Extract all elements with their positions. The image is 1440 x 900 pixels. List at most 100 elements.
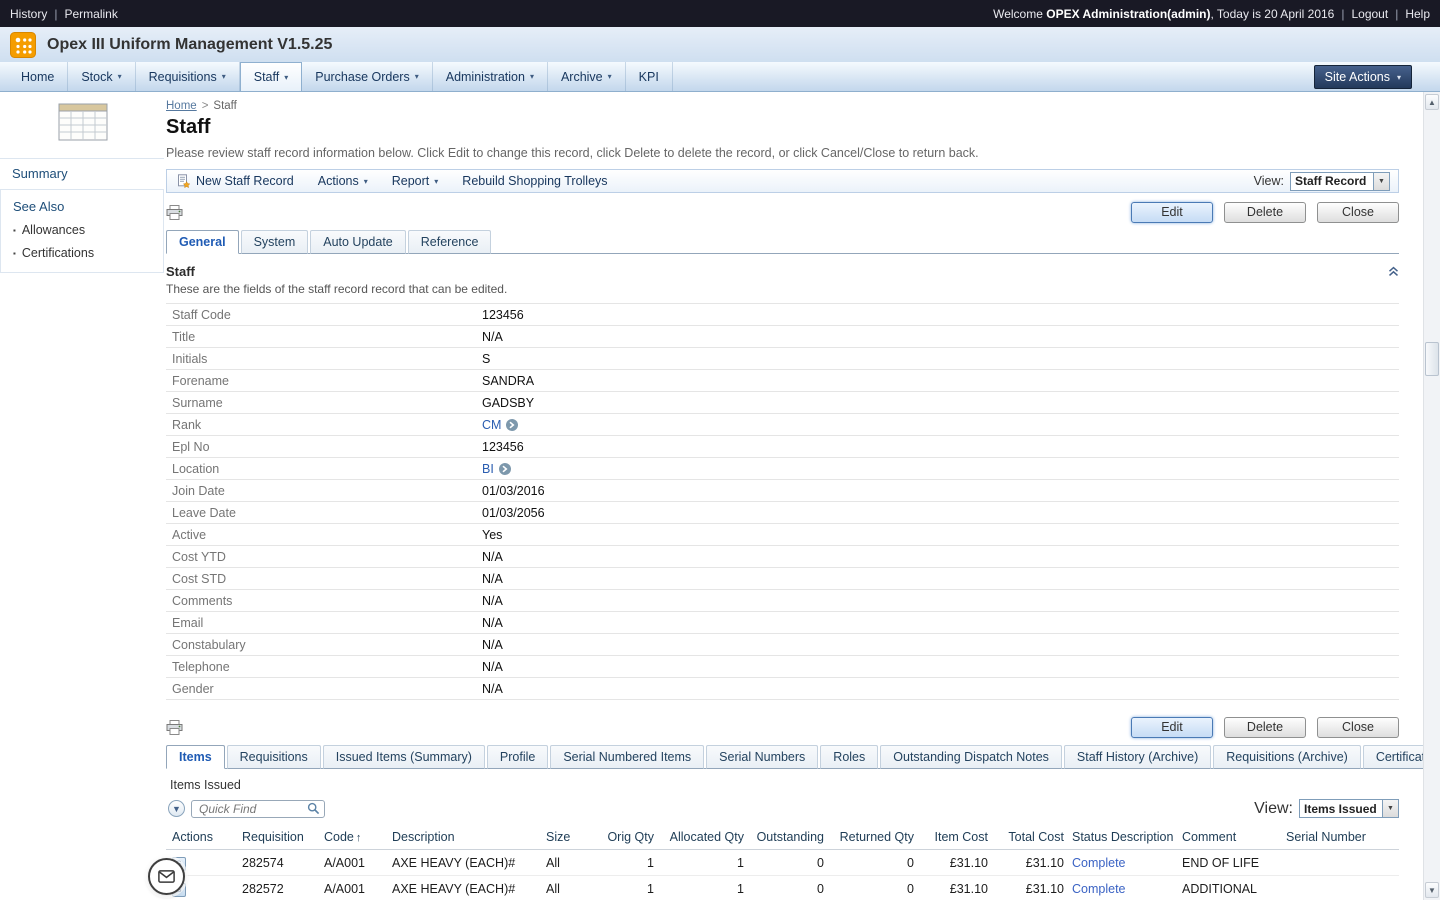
nav-tab-requisitions[interactable]: Requisitions ▾ xyxy=(136,62,240,91)
tab-serial-numbered-items[interactable]: Serial Numbered Items xyxy=(550,745,705,769)
column-header-description[interactable]: Description xyxy=(392,830,538,844)
chevron-down-circle-icon[interactable]: ▼ xyxy=(168,800,185,817)
field-row-comments: Comments N/A xyxy=(166,590,1399,612)
tab-system[interactable]: System xyxy=(240,230,309,254)
edit-button[interactable]: Edit xyxy=(1131,202,1213,223)
field-label: Telephone xyxy=(172,659,230,674)
go-arrow-icon[interactable] xyxy=(506,418,519,431)
scroll-down-icon[interactable]: ▼ xyxy=(1425,882,1439,898)
field-value-link[interactable]: BI xyxy=(482,462,494,476)
report-menu[interactable]: Report ▾ xyxy=(392,174,439,188)
cell-status-link[interactable]: Complete xyxy=(1072,882,1174,896)
nav-tab-home[interactable]: Home xyxy=(8,62,69,91)
column-header-serial-number[interactable]: Serial Number xyxy=(1286,830,1370,844)
tab-requisitions[interactable]: Requisitions xyxy=(226,745,321,769)
help-link[interactable]: Help xyxy=(1405,7,1430,21)
tab-issued-items-summary[interactable]: Issued Items (Summary) xyxy=(322,745,485,769)
tab-staff-history-archive[interactable]: Staff History (Archive) xyxy=(1063,745,1212,769)
cell-allocated-qty: 1 xyxy=(737,855,744,870)
field-value-text: N/A xyxy=(482,593,503,608)
nav-tab-label: Archive xyxy=(560,69,603,84)
site-actions-button[interactable]: Site Actions ▾ xyxy=(1313,65,1412,89)
column-header-orig-qty[interactable]: Orig Qty xyxy=(598,830,654,844)
delete-button[interactable]: Delete xyxy=(1224,717,1306,738)
column-header-actions[interactable]: Actions xyxy=(172,830,234,844)
edit-button[interactable]: Edit xyxy=(1131,717,1213,738)
see-also-item-certifications[interactable]: ▪ Certifications xyxy=(13,246,151,260)
dropdown-caret-icon: ▾ xyxy=(363,176,368,186)
tab-auto-update[interactable]: Auto Update xyxy=(310,230,406,254)
tab-serial-numbers[interactable]: Serial Numbers xyxy=(706,745,819,769)
close-button[interactable]: Close xyxy=(1317,202,1399,223)
cell-allocated-qty: 1 xyxy=(737,881,744,896)
cell-code: A/A001 xyxy=(324,881,366,896)
nav-tab-archive[interactable]: Archive ▾ xyxy=(548,62,626,91)
see-also-item-label: Certifications xyxy=(21,246,95,260)
go-arrow-icon[interactable] xyxy=(498,462,511,475)
actions-menu[interactable]: Actions ▾ xyxy=(318,174,368,188)
table-row[interactable]: s282572A/A001AXE HEAVY (EACH)#All1100£31… xyxy=(166,876,1399,900)
page-description: Please review staff record information b… xyxy=(166,146,979,160)
tab-reference[interactable]: Reference xyxy=(407,230,492,254)
sidebar-item-summary[interactable]: Summary xyxy=(0,158,164,190)
see-also-item-allowances[interactable]: ▪ Allowances xyxy=(13,223,151,237)
search-icon[interactable] xyxy=(307,802,320,815)
column-header-returned-qty[interactable]: Returned Qty xyxy=(832,830,914,844)
vertical-scrollbar[interactable]: ▲ ▼ xyxy=(1423,92,1440,900)
field-value: 01/03/2016 xyxy=(482,484,545,498)
nav-tab-staff[interactable]: Staff ▾ xyxy=(239,62,303,91)
view-select-value: Items Issued xyxy=(1304,801,1377,816)
tab-requisitions-archive[interactable]: Requisitions (Archive) xyxy=(1213,745,1361,769)
tab-certificates[interactable]: Certificates xyxy=(1362,745,1423,769)
column-header-allocated-qty[interactable]: Allocated Qty xyxy=(662,830,744,844)
nav-tab-administration[interactable]: Administration ▾ xyxy=(433,62,548,91)
delete-button[interactable]: Delete xyxy=(1224,202,1306,223)
logout-link[interactable]: Logout xyxy=(1351,7,1388,21)
field-row-gender: Gender N/A xyxy=(166,678,1399,700)
tab-general[interactable]: General xyxy=(166,230,239,254)
column-header-outstanding[interactable]: Outstanding xyxy=(752,830,824,844)
column-header-code[interactable]: Code ↑ xyxy=(324,830,384,844)
printer-icon[interactable] xyxy=(166,205,183,220)
field-label: Cost STD xyxy=(172,571,227,586)
scroll-up-icon[interactable]: ▲ xyxy=(1425,94,1439,110)
dropdown-caret-icon: ▾ xyxy=(221,72,226,81)
nav-tab-stock[interactable]: Stock ▾ xyxy=(68,62,136,91)
top-bar: History | Permalink Welcome OPEX Administr… xyxy=(0,0,1440,27)
cell-total-cost: £31.10 xyxy=(1025,881,1064,896)
select-arrow-icon: ▼ xyxy=(1373,172,1389,190)
collapse-section-icon[interactable] xyxy=(1388,266,1399,277)
table-row[interactable]: s282574A/A001AXE HEAVY (EACH)#All1100£31… xyxy=(166,850,1399,876)
mail-widget-button[interactable] xyxy=(148,858,185,895)
field-row-rank: Rank CM xyxy=(166,414,1399,436)
field-value-text: N/A xyxy=(482,659,503,674)
column-header-requisition[interactable]: Requisition xyxy=(242,830,316,844)
tab-outstanding-dispatch-notes[interactable]: Outstanding Dispatch Notes xyxy=(880,745,1062,769)
scrollbar-thumb[interactable] xyxy=(1425,342,1439,376)
new-staff-record-button[interactable]: New Staff Record xyxy=(175,173,294,189)
column-header-comment[interactable]: Comment xyxy=(1182,830,1278,844)
tab-roles[interactable]: Roles xyxy=(820,745,879,769)
nav-tab-purchase-orders[interactable]: Purchase Orders ▾ xyxy=(302,62,433,91)
field-row-email: Email N/A xyxy=(166,612,1399,634)
printer-icon[interactable] xyxy=(166,720,183,735)
breadcrumb-home-link[interactable]: Home xyxy=(166,100,197,112)
close-button[interactable]: Close xyxy=(1317,717,1399,738)
cell-status-link[interactable]: Complete xyxy=(1072,856,1174,870)
permalink-link[interactable]: Permalink xyxy=(64,7,117,21)
field-value: N/A xyxy=(482,594,503,608)
history-link[interactable]: History xyxy=(10,7,47,21)
nav-tab-kpi[interactable]: KPI xyxy=(626,62,673,91)
view-selector: View: Staff Record ▼ xyxy=(1254,171,1390,191)
tab-profile[interactable]: Profile xyxy=(486,745,549,769)
tab-items[interactable]: Items xyxy=(166,745,225,769)
rebuild-shopping-trolleys-button[interactable]: Rebuild Shopping Trolleys xyxy=(462,174,607,188)
column-header-size[interactable]: Size xyxy=(546,830,590,844)
column-header-total-cost[interactable]: Total Cost xyxy=(996,830,1064,844)
column-header-item-cost[interactable]: Item Cost xyxy=(922,830,989,844)
view-select-items-issued[interactable]: Items Issued ▼ xyxy=(1299,799,1399,818)
column-header-status-description[interactable]: Status Description xyxy=(1072,830,1174,844)
view-select-staff-record[interactable]: Staff Record ▼ xyxy=(1290,171,1390,191)
field-value-link[interactable]: CM xyxy=(482,418,501,432)
quick-find-input[interactable] xyxy=(199,801,307,816)
